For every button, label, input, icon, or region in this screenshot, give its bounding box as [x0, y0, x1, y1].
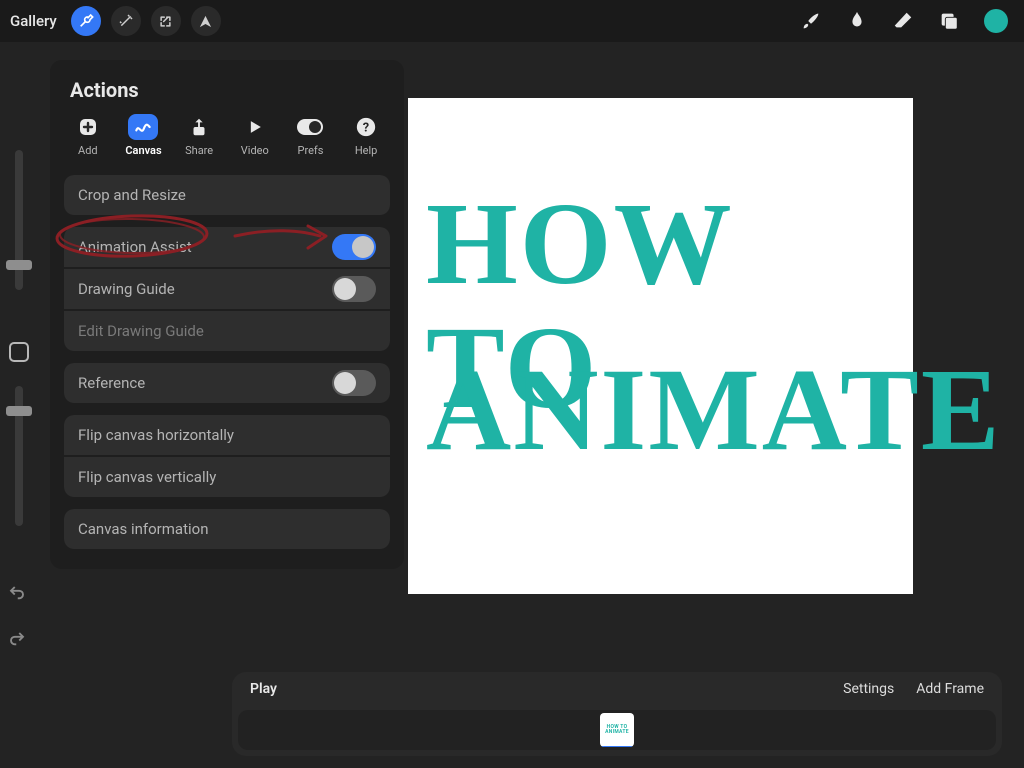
- svg-text:?: ?: [363, 121, 369, 136]
- thumb-line2: ANIMATE: [605, 730, 629, 735]
- tab-canvas[interactable]: Canvas: [118, 114, 168, 157]
- actions-panel: Actions Add Canvas Share: [50, 60, 404, 569]
- timeline-play[interactable]: Play: [250, 681, 277, 697]
- eraser-icon: [892, 10, 914, 32]
- side-sliders: [4, 150, 34, 566]
- row-reference[interactable]: Reference: [64, 363, 390, 403]
- row-label: Canvas information: [78, 520, 208, 538]
- color-swatch[interactable]: [984, 9, 1008, 33]
- slider-thumb[interactable]: [6, 260, 32, 270]
- brush-tool[interactable]: [800, 10, 822, 32]
- row-label: Flip canvas horizontally: [78, 426, 234, 444]
- gallery-link[interactable]: Gallery: [10, 12, 57, 30]
- row-animation-assist[interactable]: Animation Assist: [64, 227, 390, 267]
- timeline-add-frame[interactable]: Add Frame: [916, 681, 984, 697]
- top-toolbar: Gallery: [0, 0, 1024, 42]
- selection-button[interactable]: [151, 6, 181, 36]
- canvas-text-line2: ANIMATE: [426, 348, 1002, 472]
- eraser-tool[interactable]: [892, 10, 914, 32]
- frame-thumb-1[interactable]: HOW TO ANIMATE: [600, 713, 634, 747]
- row-label: Reference: [78, 374, 145, 392]
- toggle-reference[interactable]: [332, 370, 376, 396]
- tab-prefs[interactable]: Prefs: [285, 114, 335, 157]
- adjustments-button[interactable]: [111, 6, 141, 36]
- wrench-icon: [78, 13, 94, 29]
- actions-button[interactable]: [71, 6, 101, 36]
- help-icon: ?: [351, 114, 381, 140]
- layers-icon: [938, 10, 960, 32]
- select-icon: [158, 14, 173, 29]
- smudge-tool[interactable]: [846, 10, 868, 32]
- tab-add[interactable]: Add: [63, 114, 113, 157]
- row-edit-drawing-guide: Edit Drawing Guide: [64, 311, 390, 351]
- brush-opacity-slider[interactable]: [15, 386, 23, 526]
- share-icon: [184, 114, 214, 140]
- canvas[interactable]: HOW TO ANIMATE: [408, 98, 913, 594]
- timeline-settings[interactable]: Settings: [843, 681, 894, 697]
- row-drawing-guide[interactable]: Drawing Guide: [64, 269, 390, 309]
- canvas-icon: [128, 114, 158, 140]
- row-canvas-information[interactable]: Canvas information: [64, 509, 390, 549]
- row-flip-vertical[interactable]: Flip canvas vertically: [64, 457, 390, 497]
- modify-button[interactable]: [9, 342, 29, 362]
- actions-title: Actions: [50, 74, 404, 114]
- tab-share[interactable]: Share: [174, 114, 224, 157]
- brush-size-slider[interactable]: [15, 150, 23, 290]
- tab-label: Help: [355, 144, 378, 157]
- brush-icon: [800, 10, 822, 32]
- toggle-animation-assist[interactable]: [332, 234, 376, 260]
- row-label: Animation Assist: [78, 238, 192, 256]
- tab-label: Video: [241, 144, 269, 157]
- row-crop-resize[interactable]: Crop and Resize: [64, 175, 390, 215]
- row-label: Edit Drawing Guide: [78, 322, 204, 340]
- prefs-icon: [295, 114, 325, 140]
- row-label: Crop and Resize: [78, 186, 186, 204]
- top-toolbar-left: Gallery: [10, 6, 221, 36]
- actions-tabs: Add Canvas Share Video: [50, 114, 404, 165]
- arrow-icon: [198, 14, 213, 29]
- wand-icon: [118, 13, 134, 29]
- tab-label: Add: [78, 144, 98, 157]
- tab-label: Canvas: [125, 144, 161, 157]
- toggle-drawing-guide[interactable]: [332, 276, 376, 302]
- tab-label: Prefs: [298, 144, 324, 157]
- row-label: Drawing Guide: [78, 280, 175, 298]
- animation-timeline: Play Settings Add Frame HOW TO ANIMATE: [232, 672, 1002, 756]
- tab-label: Share: [185, 144, 213, 157]
- row-flip-horizontal[interactable]: Flip canvas horizontally: [64, 415, 390, 455]
- slider-thumb[interactable]: [6, 406, 32, 416]
- tab-video[interactable]: Video: [230, 114, 280, 157]
- transform-button[interactable]: [191, 6, 221, 36]
- timeline-track[interactable]: HOW TO ANIMATE: [238, 710, 996, 750]
- play-icon: [240, 114, 270, 140]
- app-root: Gallery: [0, 0, 1024, 768]
- canvas-menu: Crop and Resize Animation Assist Drawing…: [50, 165, 404, 549]
- top-toolbar-right: [800, 9, 1014, 33]
- tab-help[interactable]: ? Help: [341, 114, 391, 157]
- add-icon: [73, 114, 103, 140]
- smudge-icon: [846, 10, 868, 32]
- layers-button[interactable]: [938, 10, 960, 32]
- row-label: Flip canvas vertically: [78, 468, 216, 486]
- redo-button[interactable]: [8, 630, 26, 648]
- undo-redo: [8, 584, 26, 648]
- undo-button[interactable]: [8, 584, 26, 602]
